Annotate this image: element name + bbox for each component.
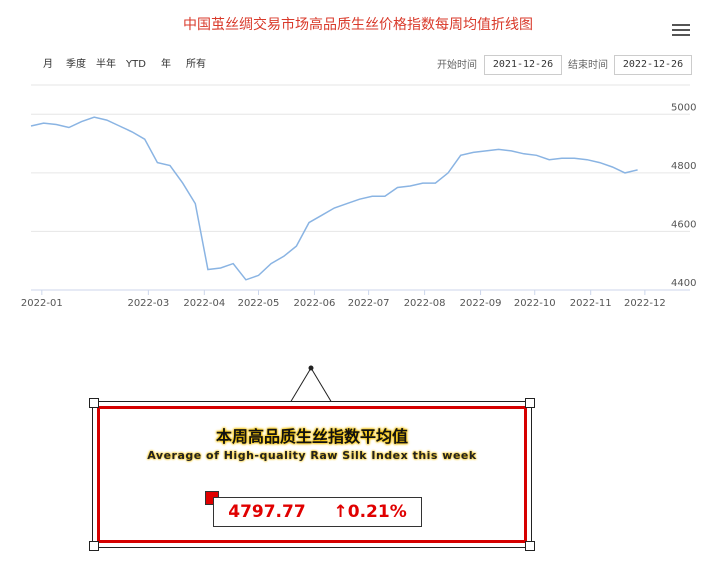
x-tick-label: 2022-12: [624, 298, 666, 309]
x-tick-label: 2022-08: [404, 298, 446, 309]
corner-handle: [525, 398, 535, 408]
card-title-cn: 本周高品质生丝指数平均值: [215, 427, 408, 446]
x-tick-label: 2022-10: [514, 298, 556, 309]
x-tick-label: 2022-06: [294, 298, 336, 309]
x-tick-label: 2022-05: [238, 298, 280, 309]
card-red-frame: 本周高品质生丝指数平均值 Average of High-quality Raw…: [97, 406, 527, 543]
x-tick-label: 2022-07: [348, 298, 390, 309]
weekly-change-value: ↑0.21%: [333, 502, 407, 522]
y-tick-label: 5000: [671, 102, 696, 113]
line-chart: 2022-01 2022-03 2022-04 2022-05 2022-06 2022-…: [21, 84, 696, 309]
x-tick-label: 2022-09: [460, 298, 502, 309]
series-line: [30, 116, 638, 281]
x-tick-label: 2022-04: [183, 298, 225, 309]
corner-handle: [525, 541, 535, 551]
weekly-average-card: 本周高品质生丝指数平均值 Average of High-quality Raw…: [89, 398, 535, 551]
weekly-average-value: 4797.77: [228, 502, 306, 522]
value-box: 4797.77 ↑0.21%: [213, 497, 422, 527]
y-tick-label: 4400: [671, 278, 696, 289]
corner-handle: [89, 398, 99, 408]
x-tick-label: 2022-11: [570, 298, 612, 309]
y-tick-label: 4600: [671, 219, 696, 230]
y-tick-label: 4800: [671, 161, 696, 172]
card-title-en: Average of High-quality Raw Silk Index t…: [147, 449, 477, 462]
corner-handle: [89, 541, 99, 551]
x-tick-label: 2022-03: [127, 298, 169, 309]
x-tick-label: 2022-01: [21, 298, 63, 309]
